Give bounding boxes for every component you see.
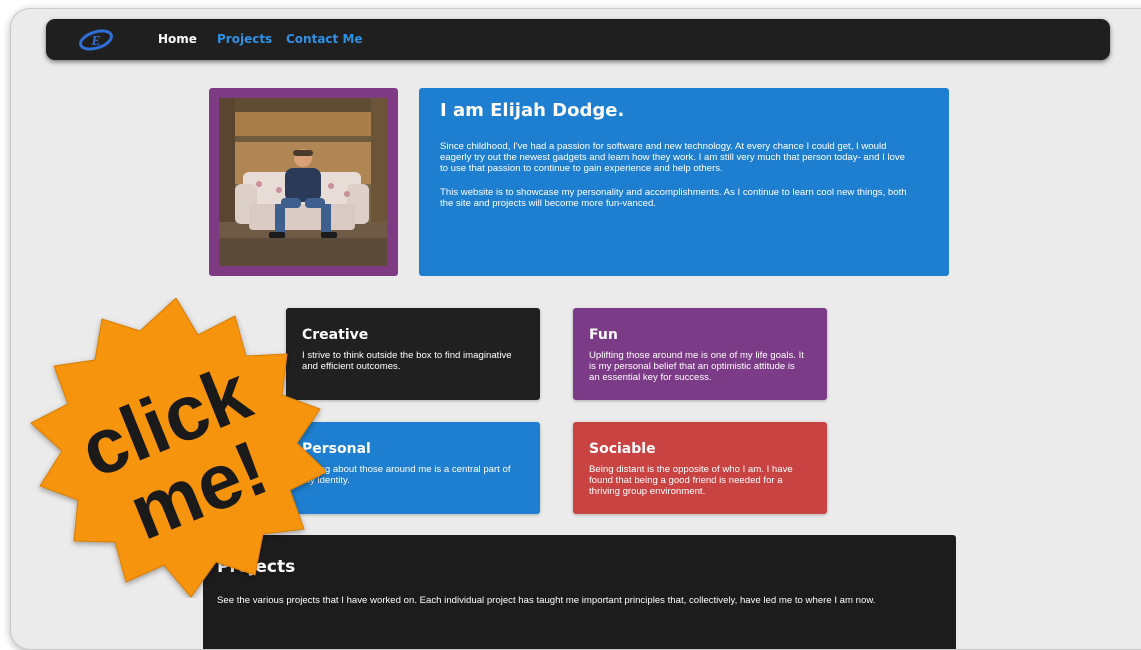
nav-link-projects[interactable]: Projects (217, 32, 272, 46)
intro-paragraph-1: Since childhood, I've had a passion for … (440, 141, 906, 174)
svg-text:E: E (90, 34, 100, 49)
navbar: E Home Projects Contact Me (46, 19, 1110, 60)
trait-text: Uplifting those around me is one of my l… (589, 350, 804, 383)
trait-text: Being distant is the opposite of who I a… (589, 464, 793, 497)
trait-title: Sociable (589, 441, 656, 457)
intro-title: I am Elijah Dodge. (440, 100, 625, 121)
intro-paragraph-2: This website is to showcase my personali… (440, 187, 907, 209)
trait-text: Caring about those around me is a centra… (302, 464, 511, 486)
nav-link-contact[interactable]: Contact Me (286, 32, 363, 46)
trait-card-sociable: Sociable Being distant is the opposite o… (573, 422, 827, 514)
profile-photo (219, 98, 387, 266)
click-me-badge[interactable]: click me! (26, 298, 326, 598)
logo-icon[interactable]: E (74, 27, 118, 53)
profile-photo-frame (209, 88, 398, 276)
nav-link-home[interactable]: Home (158, 32, 197, 46)
trait-text: I strive to think outside the box to fin… (302, 350, 512, 372)
trait-card-fun: Fun Uplifting those around me is one of … (573, 308, 827, 400)
intro-panel: I am Elijah Dodge. Since childhood, I've… (419, 88, 949, 276)
trait-title: Fun (589, 327, 618, 343)
